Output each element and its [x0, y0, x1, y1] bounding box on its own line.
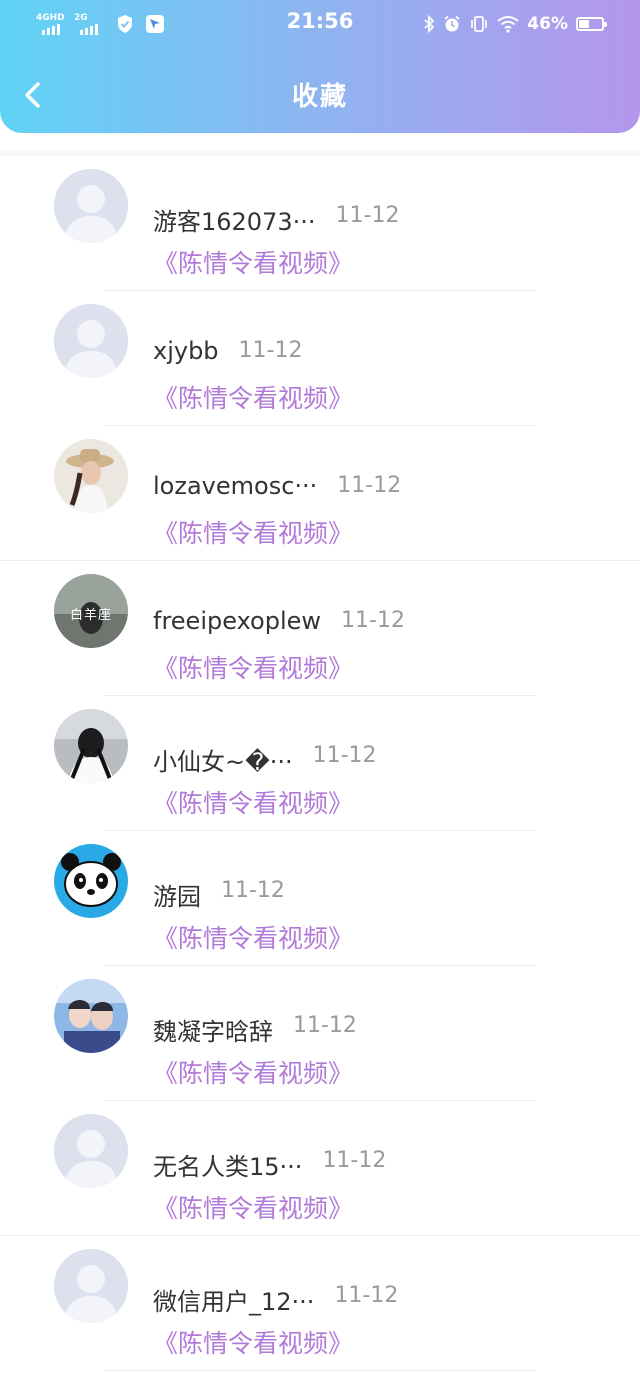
list-item[interactable]: 游园 11-12 《陈情令看视频》	[0, 831, 640, 966]
avatar[interactable]	[54, 439, 128, 513]
alarm-icon	[444, 15, 460, 32]
status-bar: 4GHD 2G 21:56 46%	[0, 0, 640, 48]
bluetooth-icon	[424, 15, 435, 33]
user-name[interactable]: 微信用户_12···	[153, 1282, 314, 1317]
video-link[interactable]: 《陈情令看视频》	[153, 379, 353, 415]
favorite-date: 11-12	[238, 338, 303, 363]
list-item[interactable]: 无名人类15··· 11-12 《陈情令看视频》	[0, 1101, 640, 1236]
video-link[interactable]: 《陈情令看视频》	[153, 1054, 353, 1090]
video-link[interactable]: 《陈情令看视频》	[153, 919, 353, 955]
battery-percent: 46%	[527, 14, 568, 34]
default-avatar-icon[interactable]	[54, 1249, 128, 1323]
video-link[interactable]: 《陈情令看视频》	[153, 784, 353, 820]
wifi-icon	[497, 16, 519, 33]
favorite-date: 11-12	[337, 473, 402, 498]
favorite-date: 11-12	[293, 1013, 357, 1038]
avatar[interactable]	[54, 709, 128, 783]
list-item[interactable]: 魏凝字晗辞 11-12 《陈情令看视频》	[0, 966, 640, 1101]
video-link[interactable]: 《陈情令看视频》	[153, 1324, 353, 1360]
battery-icon	[576, 17, 607, 31]
default-avatar-icon[interactable]	[54, 1114, 128, 1188]
avatar[interactable]	[54, 979, 128, 1053]
avatar[interactable]	[54, 844, 128, 918]
favorite-date: 11-12	[312, 743, 377, 768]
avatar-caption: 白羊座	[69, 608, 112, 623]
favorites-list: 游客162073··· 11-12 《陈情令看视频》 xjybb 11-12 《陈情令看视…	[0, 150, 640, 1371]
user-name[interactable]: 魏凝字晗辞	[153, 1012, 273, 1047]
default-avatar-icon[interactable]	[54, 169, 128, 243]
user-name[interactable]: lozavemosc···	[153, 472, 317, 500]
avatar[interactable]: 白羊座	[54, 574, 128, 648]
video-link[interactable]: 《陈情令看视频》	[153, 649, 353, 685]
list-item[interactable]: 小仙女~�··· 11-12 《陈情令看视频》	[0, 696, 640, 831]
user-name[interactable]: freeipexoplew	[153, 607, 321, 635]
favorite-date: 11-12	[335, 203, 400, 228]
user-name[interactable]: xjybb	[153, 337, 219, 365]
favorite-date: 11-12	[322, 1148, 387, 1173]
list-item[interactable]: 白羊座 freeipexoplew 11-12 《陈情令看视频》	[0, 561, 640, 696]
video-link[interactable]: 《陈情令看视频》	[153, 514, 353, 550]
favorite-date: 11-12	[341, 608, 405, 633]
video-link[interactable]: 《陈情令看视频》	[153, 244, 353, 280]
list-item[interactable]: xjybb 11-12 《陈情令看视频》	[0, 291, 640, 426]
page-title: 收藏	[291, 82, 348, 112]
list-item[interactable]: 游客162073··· 11-12 《陈情令看视频》	[0, 156, 640, 291]
favorite-date: 11-12	[334, 1283, 399, 1308]
list-item[interactable]: 微信用户_12··· 11-12 《陈情令看视频》	[0, 1236, 640, 1371]
user-name[interactable]: 无名人类15···	[153, 1147, 302, 1182]
vibrate-icon	[471, 16, 488, 32]
user-name[interactable]: 游客162073···	[153, 202, 316, 237]
video-link[interactable]: 《陈情令看视频》	[153, 1189, 353, 1225]
default-avatar-icon[interactable]	[54, 304, 128, 378]
user-name[interactable]: 小仙女~�···	[153, 742, 293, 777]
user-name[interactable]: 游园	[153, 877, 201, 912]
row-divider	[104, 1370, 536, 1371]
list-item[interactable]: lozavemosc··· 11-12 《陈情令看视频》	[0, 426, 640, 561]
favorite-date: 11-12	[221, 878, 285, 903]
header-bar: 4GHD 2G 21:56 46% 收藏	[0, 0, 640, 133]
